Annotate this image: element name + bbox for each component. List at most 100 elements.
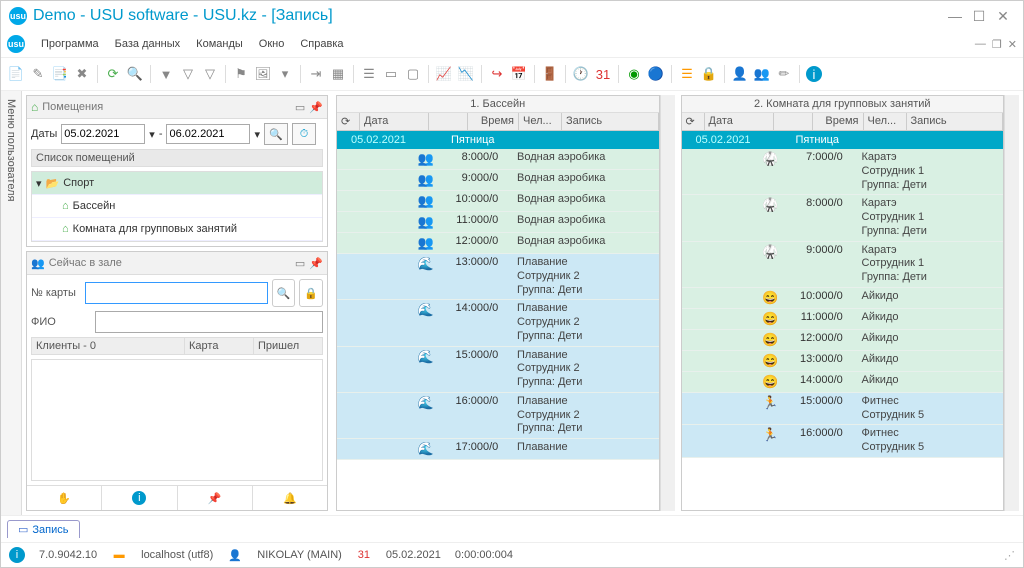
menu-window[interactable]: Окно — [251, 36, 293, 52]
tool-report-icon[interactable]: 📈 — [435, 65, 453, 83]
date-from-input[interactable] — [61, 124, 145, 144]
schedule-row[interactable]: 🥋 8:00 0/0 КаратэСотрудник 1Группа: Дети — [682, 195, 1004, 241]
clients-grid[interactable] — [31, 359, 323, 481]
tree-item-group-room[interactable]: ⌂ Комната для групповых занятий — [32, 218, 322, 241]
schedule-row[interactable]: 👥 12:00 0/0 Водная аэробика — [337, 233, 659, 254]
tool-filter-icon[interactable]: ▼ — [157, 65, 175, 83]
scrollbar[interactable] — [660, 95, 675, 511]
refresh-icon[interactable]: ⟳ — [337, 113, 360, 130]
close-button[interactable]: ✕ — [991, 4, 1015, 28]
fio-input[interactable] — [95, 311, 323, 333]
btn-info[interactable]: i — [102, 486, 177, 510]
date-to-input[interactable] — [166, 124, 250, 144]
tool-export-icon[interactable]: ⇥ — [307, 65, 325, 83]
col-time[interactable]: Время — [468, 113, 519, 130]
tree-item-pool[interactable]: ⌂ Бассейн — [32, 195, 322, 218]
refresh-icon[interactable]: ⟳ — [682, 113, 705, 130]
tool-info-icon[interactable]: i — [806, 66, 822, 82]
col-time[interactable]: Время — [813, 113, 864, 130]
panel-pin-icon[interactable]: 📌 — [309, 101, 323, 114]
card-input[interactable] — [85, 282, 268, 304]
col-people[interactable]: Чел... — [519, 113, 562, 130]
minimize-button[interactable]: — — [943, 4, 967, 28]
card-lock-button[interactable]: 🔒 — [299, 279, 323, 307]
tool-date-icon[interactable]: 31 — [594, 65, 612, 83]
col-record[interactable]: Запись — [907, 113, 1004, 130]
schedule-row[interactable]: 👥 10:00 0/0 Водная аэробика — [337, 191, 659, 212]
tool-edit-icon[interactable]: ✎ — [29, 65, 47, 83]
schedule-row[interactable]: 👥 11:00 0/0 Водная аэробика — [337, 212, 659, 233]
tool-search-icon[interactable]: 🔍 — [126, 65, 144, 83]
tool-image-icon[interactable]: 🖼 — [254, 65, 272, 83]
schedule-row[interactable]: 🌊 14:00 0/0 ПлаваниеСотрудник 2Группа: Д… — [337, 300, 659, 346]
tool-copy-icon[interactable]: 📑 — [51, 65, 69, 83]
tool-filter2-icon[interactable]: ▽ — [179, 65, 197, 83]
maximize-button[interactable]: ☐ — [967, 4, 991, 28]
schedule-row[interactable]: 🥋 7:00 0/0 КаратэСотрудник 1Группа: Дети — [682, 149, 1004, 195]
tab-record[interactable]: ▭ Запись — [7, 520, 80, 538]
tool-report2-icon[interactable]: 📉 — [457, 65, 475, 83]
tool-calendar-icon[interactable]: 📅 — [510, 65, 528, 83]
resize-grip-icon[interactable]: ⋰ — [1004, 549, 1015, 562]
user-menu-tab[interactable]: Меню пользователя — [1, 91, 22, 515]
schedule-row[interactable]: 😄 12:00 0/0 Айкидо — [682, 330, 1004, 351]
btn-pin[interactable]: 📌 — [178, 486, 253, 510]
day-header[interactable]: 05.02.2021 Пятница — [337, 131, 659, 149]
tool-clock-icon[interactable]: 🕐 — [572, 65, 590, 83]
tool-rss-icon[interactable]: ☰ — [678, 65, 696, 83]
menu-commands[interactable]: Команды — [188, 36, 251, 52]
tool-new-icon[interactable]: 📄 — [7, 65, 25, 83]
panel-dock-icon[interactable]: ▭ — [295, 257, 305, 270]
tool-lock-icon[interactable]: 🔒 — [700, 65, 718, 83]
tool-cascade-icon[interactable]: ☰ — [360, 65, 378, 83]
col-date[interactable]: Дата — [705, 113, 774, 130]
tool-pencil-icon[interactable]: ✏ — [775, 65, 793, 83]
schedule-row[interactable]: 🌊 17:00 0/0 Плавание — [337, 439, 659, 460]
schedule-row[interactable]: 😄 14:00 0/0 Айкидо — [682, 372, 1004, 393]
schedule-row[interactable]: 🌊 13:00 0/0 ПлаваниеСотрудник 2Группа: Д… — [337, 254, 659, 300]
date-now-button[interactable]: ⏱ — [292, 123, 316, 145]
tool-exit-icon[interactable]: ↪ — [488, 65, 506, 83]
schedule-rows[interactable]: 🥋 7:00 0/0 КаратэСотрудник 1Группа: Дети… — [682, 149, 1004, 510]
col-date[interactable]: Дата — [360, 113, 429, 130]
tool-circle-icon[interactable]: ◉ — [625, 65, 643, 83]
tool-window-icon[interactable]: ▢ — [404, 65, 422, 83]
card-search-button[interactable]: 🔍 — [272, 279, 296, 307]
tool-users-icon[interactable]: 👥 — [753, 65, 771, 83]
expand-icon[interactable]: ▾ — [36, 177, 42, 190]
tool-delete-icon[interactable]: ✖ — [73, 65, 91, 83]
mdi-restore-icon[interactable]: ❐ — [992, 38, 1002, 51]
btn-bell[interactable]: 🔔 — [253, 486, 327, 510]
col-record[interactable]: Запись — [562, 113, 659, 130]
schedule-row[interactable]: 🏃 15:00 0/0 ФитнесСотрудник 5 — [682, 393, 1004, 426]
schedule-row[interactable]: 👥 9:00 0/0 Водная аэробика — [337, 170, 659, 191]
mdi-minimize-icon[interactable]: — — [975, 38, 986, 51]
schedule-row[interactable]: 😄 10:00 0/0 Айкидо — [682, 288, 1004, 309]
day-header[interactable]: 05.02.2021 Пятница — [682, 131, 1004, 149]
tool-door-icon[interactable]: 🚪 — [541, 65, 559, 83]
menu-database[interactable]: База данных — [107, 36, 189, 52]
schedule-row[interactable]: 🏃 16:00 0/0 ФитнесСотрудник 5 — [682, 425, 1004, 458]
menu-help[interactable]: Справка — [292, 36, 351, 52]
schedule-row[interactable]: 🌊 15:00 0/0 ПлаваниеСотрудник 2Группа: Д… — [337, 347, 659, 393]
schedule-rows[interactable]: 👥 8:00 0/0 Водная аэробика 👥 9:00 0/0 Во… — [337, 149, 659, 510]
tree-root[interactable]: ▾ 📂 Спорт — [32, 172, 322, 195]
btn-hand[interactable]: ✋ — [27, 486, 102, 510]
menu-program[interactable]: Программа — [33, 36, 107, 52]
tool-tile-icon[interactable]: ▭ — [382, 65, 400, 83]
tool-refresh-icon[interactable]: ⟳ — [104, 65, 122, 83]
schedule-row[interactable]: 🥋 9:00 0/0 КаратэСотрудник 1Группа: Дети — [682, 242, 1004, 288]
tool-user-icon[interactable]: 👤 — [731, 65, 749, 83]
schedule-row[interactable]: 👥 8:00 0/0 Водная аэробика — [337, 149, 659, 170]
mdi-close-icon[interactable]: ✕ — [1008, 38, 1017, 51]
schedule-row[interactable]: 🌊 16:00 0/0 ПлаваниеСотрудник 2Группа: Д… — [337, 393, 659, 439]
date-from-dd-icon[interactable]: ▾ — [149, 128, 155, 141]
tool-flag-icon[interactable]: ⚑ — [232, 65, 250, 83]
tool-filter3-icon[interactable]: ▽ — [201, 65, 219, 83]
schedule-row[interactable]: 😄 13:00 0/0 Айкидо — [682, 351, 1004, 372]
date-search-button[interactable]: 🔍 — [264, 123, 288, 145]
panel-pin-icon[interactable]: 📌 — [309, 257, 323, 270]
scrollbar[interactable] — [1004, 95, 1019, 511]
tool-dropdown-icon[interactable]: ▾ — [276, 65, 294, 83]
tool-color-icon[interactable]: 🔵 — [647, 65, 665, 83]
